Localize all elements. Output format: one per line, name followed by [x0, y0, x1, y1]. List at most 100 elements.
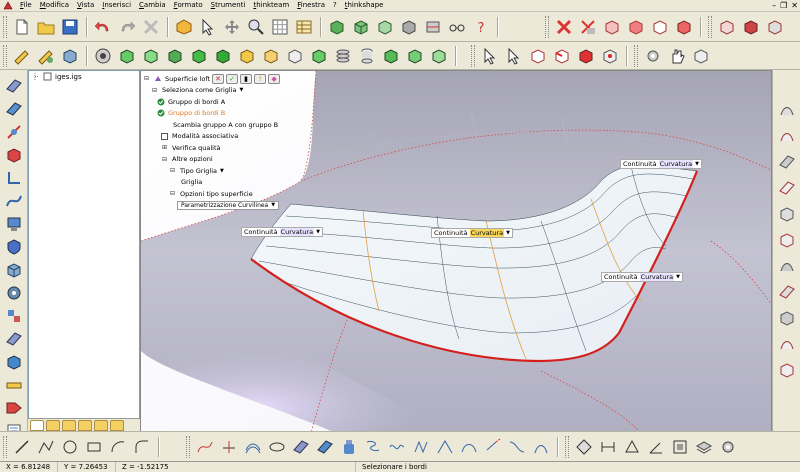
- tab-extra[interactable]: [110, 419, 124, 431]
- circle-icon[interactable]: [59, 436, 81, 458]
- toolbar-grip[interactable]: [565, 435, 569, 458]
- constraint-icon[interactable]: [621, 436, 643, 458]
- collapse-icon[interactable]: ⊟: [169, 190, 176, 197]
- tab-tree[interactable]: [30, 419, 44, 431]
- hole-icon[interactable]: [92, 45, 114, 67]
- cube-1-icon[interactable]: [716, 16, 738, 38]
- tab-book[interactable]: [94, 419, 108, 431]
- gear-icon[interactable]: [642, 45, 664, 67]
- cube-green3-icon[interactable]: [428, 45, 450, 67]
- table-icon[interactable]: [293, 16, 315, 38]
- assoc-row[interactable]: Modalità associativa: [143, 131, 303, 143]
- collapse-icon[interactable]: ⊟: [169, 167, 176, 174]
- dimension-icon[interactable]: [597, 436, 619, 458]
- help-icon[interactable]: ?: [470, 16, 492, 38]
- toolbar-grip[interactable]: [3, 15, 7, 38]
- hand-icon[interactable]: [666, 45, 688, 67]
- mirror-icon[interactable]: [308, 45, 330, 67]
- options-icon[interactable]: ◆: [268, 73, 281, 84]
- menu-thinkshape[interactable]: thinkshape: [341, 0, 388, 11]
- view-right-icon[interactable]: [398, 16, 420, 38]
- edge-select-icon[interactable]: [551, 45, 573, 67]
- grid-type-dropdown-arrow[interactable]: ▼: [220, 168, 224, 174]
- dropdown-arrow-icon[interactable]: ▼: [316, 229, 320, 235]
- grid-value-row[interactable]: Griglia: [143, 177, 303, 189]
- select-icon[interactable]: [197, 16, 219, 38]
- surface-9-icon[interactable]: [776, 308, 798, 328]
- extend-icon[interactable]: [482, 436, 504, 458]
- loft-icon[interactable]: [188, 45, 210, 67]
- fillet-2d-icon[interactable]: [131, 436, 153, 458]
- open-folder-icon[interactable]: [35, 16, 57, 38]
- part-icon[interactable]: [173, 16, 195, 38]
- info-icon[interactable]: !: [254, 73, 267, 84]
- pattern-icon[interactable]: [284, 45, 306, 67]
- cancel-icon[interactable]: ✕: [212, 73, 225, 84]
- ellipse-icon[interactable]: [266, 436, 288, 458]
- new-file-icon[interactable]: [11, 16, 33, 38]
- pencil-icon[interactable]: [11, 45, 33, 67]
- gear-blue-icon[interactable]: [3, 283, 25, 303]
- config-icon[interactable]: [690, 45, 712, 67]
- cube-green-icon[interactable]: [380, 45, 402, 67]
- offset-curve-icon[interactable]: [242, 436, 264, 458]
- undo-icon[interactable]: [92, 16, 114, 38]
- other-options-row[interactable]: ⊟ Altre opzioni: [143, 154, 303, 166]
- tab-pencil[interactable]: [46, 419, 60, 431]
- intersect-icon[interactable]: [314, 436, 336, 458]
- blend-icon[interactable]: [506, 436, 528, 458]
- continuity-label-right[interactable]: Continuità Curvatura ▼: [601, 272, 683, 282]
- fillet-icon[interactable]: [236, 45, 258, 67]
- surface-6-icon[interactable]: [776, 230, 798, 250]
- menu-help[interactable]: ?: [329, 0, 341, 11]
- dropdown-arrow-icon[interactable]: ▼: [506, 230, 510, 236]
- toolbar-grip[interactable]: [634, 44, 638, 67]
- project-icon[interactable]: [290, 436, 312, 458]
- dropdown-arrow-icon[interactable]: ▼: [676, 274, 680, 280]
- menu-inserisci[interactable]: Inserisci: [98, 0, 135, 11]
- surface-5-icon[interactable]: [776, 204, 798, 224]
- cube-grid-icon[interactable]: [3, 260, 25, 280]
- replace-face-icon[interactable]: [673, 16, 695, 38]
- expand-icon[interactable]: ⊞: [161, 144, 168, 151]
- bottle-icon[interactable]: [338, 436, 360, 458]
- section-icon[interactable]: [422, 16, 444, 38]
- shell-icon[interactable]: [601, 16, 623, 38]
- coord-icon[interactable]: [3, 168, 25, 188]
- bridge-icon[interactable]: [458, 436, 480, 458]
- view-iso-icon[interactable]: [374, 16, 396, 38]
- cube-green2-icon[interactable]: [404, 45, 426, 67]
- surface-4-icon[interactable]: [776, 178, 798, 198]
- surface-3-icon[interactable]: [776, 152, 798, 172]
- axis-icon[interactable]: [3, 122, 25, 142]
- pause-icon[interactable]: ▮: [240, 73, 253, 84]
- redo-icon[interactable]: [116, 16, 138, 38]
- assembly-icon[interactable]: [3, 306, 25, 326]
- plane-icon[interactable]: [3, 99, 25, 119]
- tree-root[interactable]: iges.igs: [29, 71, 139, 82]
- computer-icon[interactable]: [3, 214, 25, 234]
- collapse-icon[interactable]: ⊟: [161, 156, 168, 163]
- dropdown-arrow-icon[interactable]: ▼: [695, 161, 699, 167]
- angle-icon[interactable]: [645, 436, 667, 458]
- stack-icon[interactable]: [332, 45, 354, 67]
- tag-icon[interactable]: [3, 398, 25, 418]
- tab-users[interactable]: [62, 419, 76, 431]
- toolbar-grip[interactable]: [3, 44, 7, 67]
- delete-face-icon[interactable]: [553, 16, 575, 38]
- surface-edge-icon[interactable]: [530, 436, 552, 458]
- collapse-icon[interactable]: ⊟: [151, 87, 158, 94]
- polyline-icon[interactable]: [35, 436, 57, 458]
- menu-strumenti[interactable]: Strumenti: [207, 0, 250, 11]
- group-a-row[interactable]: Gruppo di bordi A: [143, 96, 303, 108]
- menu-modifica[interactable]: Modifica: [36, 0, 73, 11]
- extrude-icon[interactable]: [116, 45, 138, 67]
- line-icon[interactable]: [11, 436, 33, 458]
- zoom-icon[interactable]: [245, 16, 267, 38]
- pan-icon[interactable]: [221, 16, 243, 38]
- view-top-icon[interactable]: [350, 16, 372, 38]
- group-b-row[interactable]: Gruppo di bordi B: [143, 108, 303, 120]
- helix-icon[interactable]: [362, 436, 384, 458]
- cylinder-icon[interactable]: [356, 45, 378, 67]
- rectangle-icon[interactable]: [83, 436, 105, 458]
